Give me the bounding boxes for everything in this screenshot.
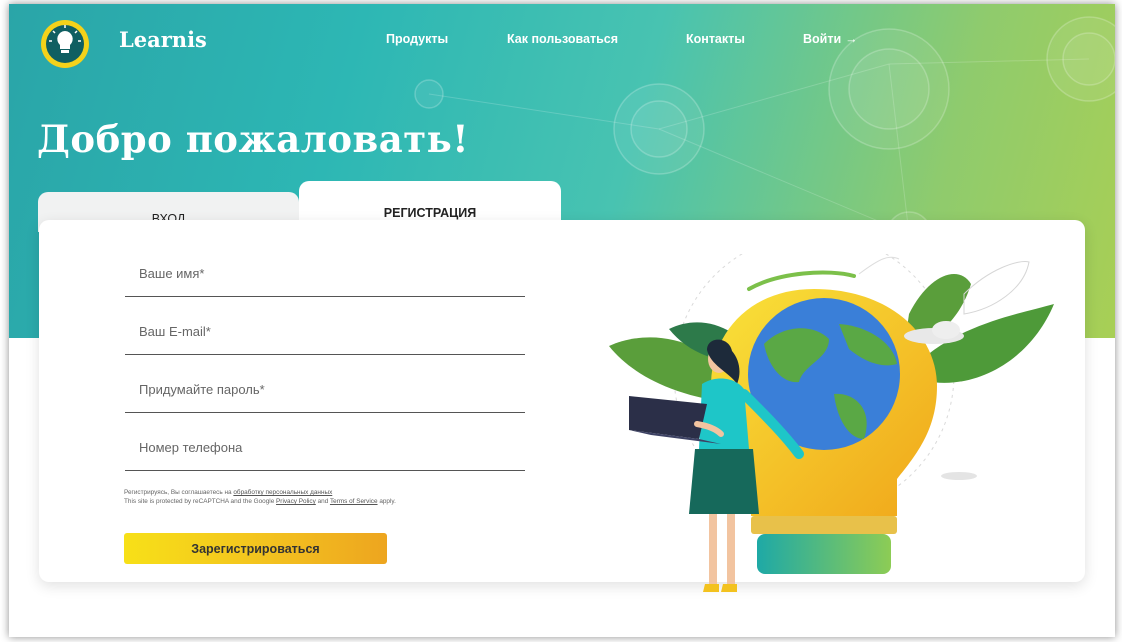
nav-products[interactable]: Продукты bbox=[386, 32, 448, 46]
register-button[interactable]: Зарегистрироваться bbox=[124, 533, 387, 564]
consent-prefix: Регистрируясь, Вы соглашаетесь на bbox=[124, 489, 232, 496]
apply-text: apply. bbox=[379, 498, 396, 505]
nav-contacts[interactable]: Контакты bbox=[686, 32, 745, 46]
nav-login-label: Войти bbox=[803, 32, 842, 46]
name-field bbox=[125, 262, 525, 297]
password-field bbox=[125, 378, 525, 413]
phone-input[interactable] bbox=[125, 436, 525, 455]
woman-laptop-lightbulb-globe-illustration bbox=[609, 254, 1054, 592]
brand-name[interactable]: Learnis bbox=[119, 27, 207, 52]
lightbulb-logo-icon[interactable] bbox=[40, 19, 90, 69]
email-input[interactable] bbox=[125, 320, 525, 339]
nav-how-to-use[interactable]: Как пользоваться bbox=[507, 32, 618, 46]
personal-data-link[interactable]: обработку персональных данных bbox=[233, 489, 332, 496]
and-text: and bbox=[317, 498, 329, 505]
name-input[interactable] bbox=[125, 262, 525, 281]
consent-text: Регистрируясь, Вы соглашаетесь на обрабо… bbox=[124, 488, 544, 506]
email-field bbox=[125, 320, 525, 355]
page-title: Добро пожаловать! bbox=[37, 117, 470, 161]
phone-field bbox=[125, 436, 525, 471]
browser-viewport: Learnis Продукты Как пользоваться Контак… bbox=[9, 4, 1115, 637]
arrow-right-icon: → bbox=[845, 32, 858, 46]
recaptcha-prefix: This site is protected by reCAPTCHA and … bbox=[124, 498, 275, 505]
nav-login[interactable]: Войти → bbox=[803, 32, 858, 46]
password-input[interactable] bbox=[125, 378, 525, 397]
terms-of-service-link[interactable]: Terms of Service bbox=[330, 498, 378, 505]
privacy-policy-link[interactable]: Privacy Policy bbox=[276, 498, 316, 505]
